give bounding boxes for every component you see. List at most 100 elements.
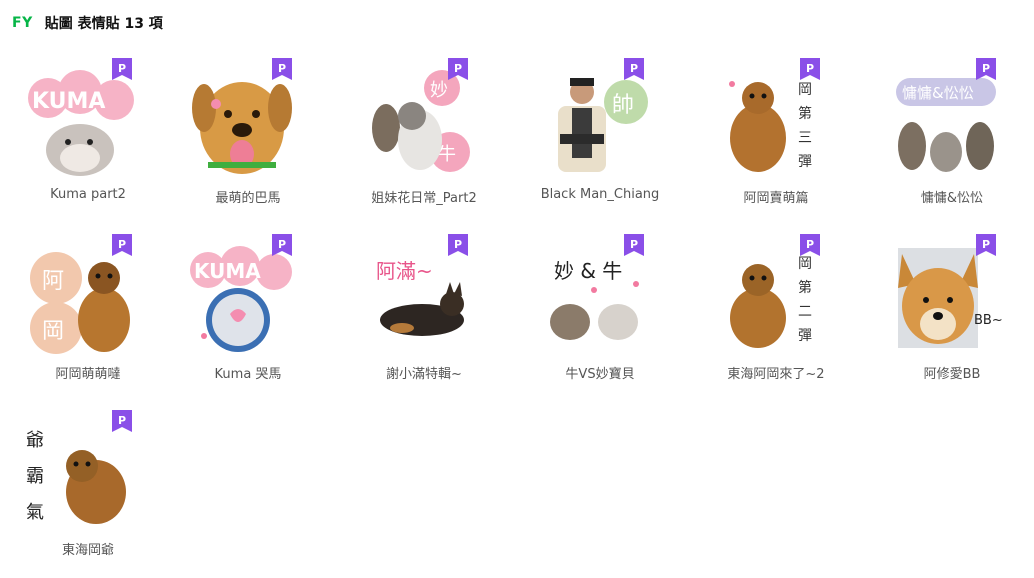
sticker-item[interactable]: 帥 P Black Man_Chiang bbox=[512, 58, 688, 226]
dog-thumb bbox=[192, 82, 292, 174]
cats-thumb: 妙 & 牛 bbox=[550, 259, 639, 340]
svg-text:KUMA: KUMA bbox=[194, 259, 261, 283]
sticker-name: 東海阿岡來了~2 bbox=[727, 367, 825, 382]
sticker-item[interactable]: 阿 岡 P 阿岡萌萌噠 bbox=[0, 234, 176, 402]
hamster-thumb: KUMA bbox=[28, 70, 134, 176]
dog-thumb: BB~ bbox=[898, 248, 1002, 348]
svg-text:P: P bbox=[118, 62, 126, 75]
premium-badge: P bbox=[800, 234, 820, 256]
sticker-name: 謝小滿特輯~ bbox=[386, 367, 462, 382]
sticker-name: Kuma part2 bbox=[50, 187, 126, 202]
sticker-item[interactable]: 岡 第 三 彈 P 阿岡賣萌篇 bbox=[688, 58, 864, 226]
sticker-item[interactable]: 妙 牛 P 姐妹花日常_Part2 bbox=[336, 58, 512, 226]
svg-text:P: P bbox=[630, 62, 638, 75]
svg-text:二: 二 bbox=[798, 304, 812, 320]
svg-text:KUMA: KUMA bbox=[32, 89, 105, 114]
sticker-item[interactable]: BB~ P 阿修愛BB bbox=[864, 234, 1034, 402]
premium-badge: P bbox=[272, 58, 292, 80]
sticker-item[interactable]: 岡 第 二 彈 P 東海阿岡來了~2 bbox=[688, 234, 864, 402]
svg-text:P: P bbox=[982, 62, 990, 75]
sticker-thumbnail: 慵慵&忪忪 bbox=[890, 68, 1002, 180]
dog-thumb: 阿滿~ bbox=[376, 259, 464, 336]
premium-badge: P bbox=[448, 234, 468, 256]
svg-text:BB~: BB~ bbox=[974, 313, 1002, 328]
premium-badge: P bbox=[800, 58, 820, 80]
premium-badge: P bbox=[272, 234, 292, 256]
sticker-name: 阿岡賣萌篇 bbox=[743, 191, 809, 206]
svg-text:P: P bbox=[982, 238, 990, 251]
svg-text:P: P bbox=[454, 238, 462, 251]
sticker-thumbnail: 岡 第 二 彈 bbox=[714, 244, 826, 356]
sticker-name: 阿修愛BB bbox=[923, 367, 981, 382]
sticker-name: 牛VS妙寶貝 bbox=[565, 367, 635, 382]
cats-thumb: 慵慵&忪忪 bbox=[896, 78, 996, 172]
sticker-name: Kuma 哭馬 bbox=[214, 367, 282, 382]
sticker-thumbnail: 阿滿~ bbox=[362, 244, 474, 356]
svg-text:氣: 氣 bbox=[26, 502, 44, 523]
svg-text:P: P bbox=[118, 414, 126, 427]
svg-text:P: P bbox=[454, 62, 462, 75]
sticker-item[interactable]: 阿滿~ P 謝小滿特輯~ bbox=[336, 234, 512, 402]
sticker-grid: KUMA P Kuma part2 P 最萌的巴馬 妙 牛 P 姐妹花日常_Pa… bbox=[0, 0, 1034, 570]
svg-text:阿滿~: 阿滿~ bbox=[376, 259, 433, 283]
svg-text:P: P bbox=[118, 238, 126, 251]
man-thumb: 帥 bbox=[558, 78, 648, 172]
svg-text:彈: 彈 bbox=[798, 328, 812, 344]
sticker-name: 最萌的巴馬 bbox=[215, 191, 281, 206]
sticker-item[interactable]: KUMA P Kuma part2 bbox=[0, 58, 176, 226]
svg-text:爺: 爺 bbox=[26, 430, 44, 451]
dog-thumb: 岡 第 二 彈 bbox=[730, 256, 812, 348]
sticker-thumbnail: 妙 牛 bbox=[362, 68, 474, 180]
premium-badge: P bbox=[112, 410, 132, 432]
svg-text:帥: 帥 bbox=[612, 93, 634, 118]
premium-badge: P bbox=[624, 234, 644, 256]
sticker-name: 姐妹花日常_Part2 bbox=[371, 191, 477, 206]
svg-text:慵慵&忪忪: 慵慵&忪忪 bbox=[902, 84, 974, 102]
svg-text:彈: 彈 bbox=[798, 154, 812, 170]
svg-text:P: P bbox=[278, 62, 286, 75]
sticker-name: Black Man_Chiang bbox=[540, 187, 660, 202]
svg-text:霸: 霸 bbox=[26, 466, 44, 487]
premium-badge: P bbox=[448, 58, 468, 80]
sticker-thumbnail: KUMA bbox=[186, 244, 298, 356]
sticker-item[interactable]: P 最萌的巴馬 bbox=[160, 58, 336, 226]
premium-badge: P bbox=[112, 234, 132, 256]
svg-text:岡: 岡 bbox=[798, 256, 812, 272]
sticker-name: 慵慵&忪忪 bbox=[920, 191, 984, 206]
sticker-item[interactable]: 爺 霸 氣 P 東海岡爺 bbox=[0, 410, 176, 578]
sticker-item[interactable]: 妙 & 牛 P 牛VS妙寶貝 bbox=[512, 234, 688, 402]
cats-thumb: 妙 牛 bbox=[372, 70, 470, 172]
dog-thumb: 岡 第 三 彈 bbox=[729, 81, 812, 172]
premium-badge: P bbox=[624, 58, 644, 80]
sticker-item[interactable]: 慵慵&忪忪 P 慵慵&忪忪 bbox=[864, 58, 1034, 226]
sticker-name: 東海岡爺 bbox=[61, 543, 114, 558]
svg-text:岡: 岡 bbox=[798, 82, 812, 98]
premium-badge: P bbox=[112, 58, 132, 80]
svg-text:P: P bbox=[278, 238, 286, 251]
hamster-thumb: KUMA bbox=[190, 246, 292, 352]
svg-text:P: P bbox=[630, 238, 638, 251]
premium-badge: P bbox=[976, 58, 996, 80]
sticker-thumbnail: BB~ bbox=[890, 244, 1002, 356]
svg-text:三: 三 bbox=[798, 130, 812, 146]
svg-text:P: P bbox=[806, 238, 814, 251]
dog-thumb: 爺 霸 氣 bbox=[26, 430, 126, 524]
svg-text:妙: 妙 bbox=[430, 80, 448, 101]
sticker-thumbnail: 爺 霸 氣 bbox=[26, 420, 138, 532]
premium-badge: P bbox=[976, 234, 996, 256]
sticker-thumbnail: 帥 bbox=[538, 68, 650, 180]
sticker-thumbnail: 妙 & 牛 bbox=[538, 244, 650, 356]
sticker-thumbnail: 阿 岡 bbox=[26, 244, 138, 356]
svg-text:岡: 岡 bbox=[42, 319, 64, 344]
svg-text:P: P bbox=[806, 62, 814, 75]
svg-text:妙 & 牛: 妙 & 牛 bbox=[554, 259, 622, 283]
sticker-thumbnail: KUMA bbox=[26, 68, 138, 180]
sticker-thumbnail: 岡 第 三 彈 bbox=[714, 68, 826, 180]
sticker-name: 阿岡萌萌噠 bbox=[55, 367, 121, 382]
sticker-thumbnail bbox=[186, 68, 298, 180]
sticker-item[interactable]: KUMA P Kuma 哭馬 bbox=[160, 234, 336, 402]
svg-text:阿: 阿 bbox=[42, 269, 64, 294]
svg-text:第: 第 bbox=[798, 279, 812, 296]
dog-thumb: 阿 岡 bbox=[30, 252, 130, 354]
svg-text:第: 第 bbox=[798, 105, 812, 122]
